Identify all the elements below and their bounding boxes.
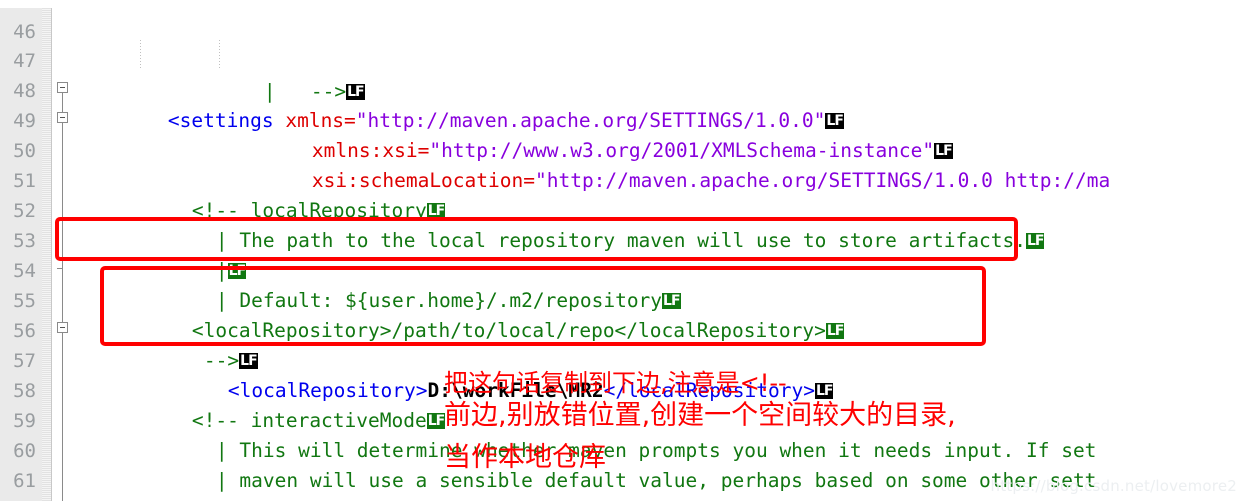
code-line[interactable]: 63 | . . . . //. . . . — [0, 496, 1243, 501]
code-line[interactable]: 50 <!-- localRepositoryLF — [0, 106, 1243, 222]
highlight-box-active-localrepository — [100, 266, 986, 346]
code-line[interactable]: 48 xmlns:xsi="http://www.w3.org/2001/XML… — [0, 46, 1243, 162]
code-line[interactable]: 46 | -->LF — [0, 0, 1243, 103]
annotation-note-line-3: 当作本地仓库 — [444, 442, 606, 473]
code-line[interactable]: 47 <settings xmlns="http://maven.apache.… — [0, 16, 1243, 132]
code-line[interactable]: 51 | The path to the local repository ma… — [0, 136, 1243, 252]
highlight-box-commented-default — [55, 217, 1018, 261]
code-editor[interactable]: 46 | -->LF 47 <settings xmlns="http://ma… — [0, 0, 1243, 501]
annotation-note-line-1: 把这句话复制到下边,注意是<!-- — [444, 369, 787, 397]
code-line[interactable]: 61 |LF — [0, 436, 1243, 492]
annotation-note-line-2: 前边,别放错位置,创建一个空间较大的目录, — [444, 400, 956, 431]
watermark-url: https://blog.csdn.net/lovemore2 — [990, 477, 1237, 495]
code-line[interactable]: 52 |LF — [0, 166, 1243, 282]
code-line[interactable]: 49 xsi:schemaLocation="http://maven.apac… — [0, 76, 1243, 192]
